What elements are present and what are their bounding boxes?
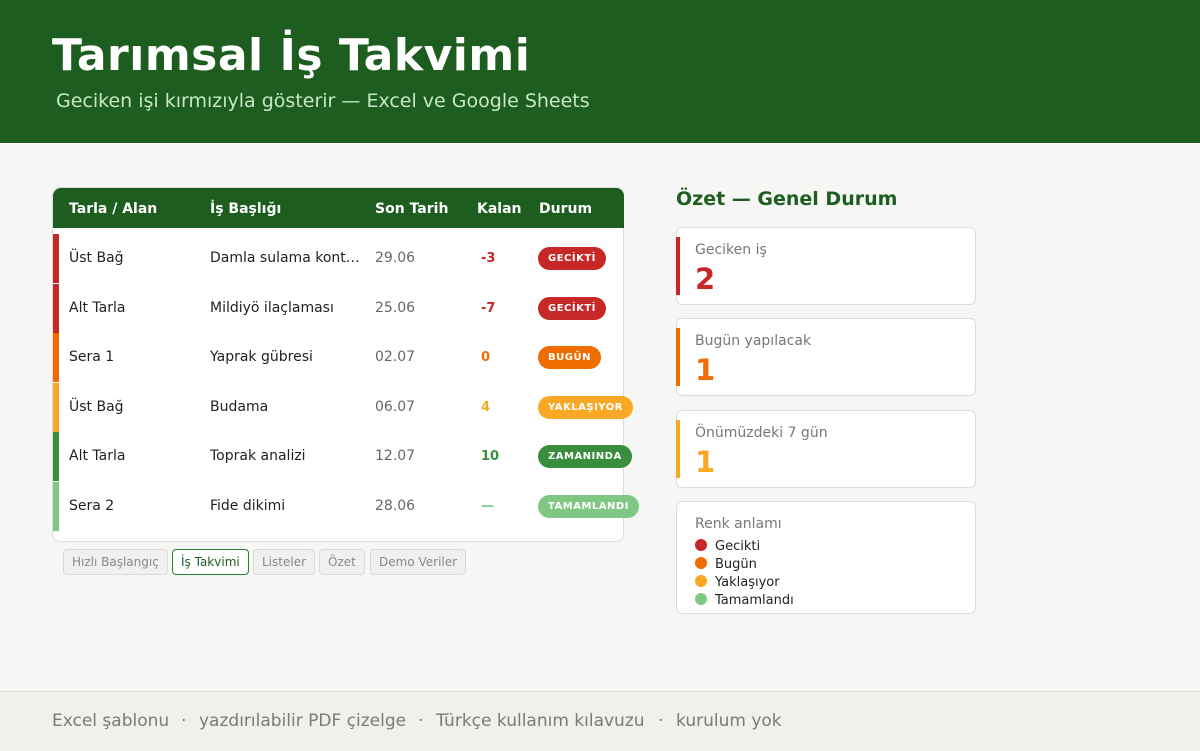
column-header-tarih[interactable]: Son Tarih [375,201,448,217]
summary-card-value: 1 [695,353,716,387]
cell-tarih: 28.06 [375,497,416,514]
page-title: Tarımsal İş Takvimi [52,30,531,81]
tab-listeler[interactable]: Listeler [253,549,316,575]
footer-item: Türkçe kullanım kılavuzu [436,711,645,731]
table-row[interactable]: Alt Tarla Mildiyö ilaçlaması 25.06 -7 GECİKT… [53,283,623,333]
summary-card: Bugün yapılacak 1 [676,318,976,396]
cell-kalan: -7 [481,300,496,316]
table-row[interactable]: Alt Tarla Toprak analizi 12.07 10 ZAMANINDA [53,432,632,481]
cell-alan: Üst Bağ [69,250,124,266]
cell-kalan: — [481,498,494,514]
summary-card-label: Geciken iş [695,242,767,258]
summary-card-label: Bugün yapılacak [695,333,812,349]
status-stripe [53,333,59,382]
status-stripe [53,382,59,432]
footer: Excel şablonu · yazdırılabilir PDF çizelge… [0,691,1200,751]
cell-tarih: 25.06 [375,299,416,316]
legend-item-label: Yaklaşıyor [715,575,780,590]
summary-card-accent [676,420,680,478]
table-row[interactable]: Üst Bağ Budama 06.07 4 YAKLAŞIYOR [53,382,633,432]
status-stripe [53,432,59,481]
column-header-kalan[interactable]: Kalan [477,201,522,217]
summary-title: Özet — Genel Durum [676,188,898,210]
cell-tarih: 12.07 [375,448,416,464]
footer-separator: · [658,711,664,731]
legend-dot-icon [695,593,707,605]
cell-is: Fide dikimi [210,497,286,514]
table-row[interactable]: Sera 1 Yaprak gübresi 02.07 0 BUGÜN [53,333,623,382]
summary-card: Geciken iş 2 [676,227,976,305]
cell-tarih: 02.07 [375,349,416,365]
column-header-durum[interactable]: Durum [539,201,592,217]
cell-alan: Alt Tarla [69,299,126,316]
footer-separator: · [418,711,424,731]
summary-card-value: 1 [695,445,716,479]
legend-item-label: Tamamlandı [715,593,794,608]
legend-item-label: Gecikti [715,539,761,554]
page-header: Tarımsal İş Takvimi Geciken işi kırmızıy… [0,0,1200,143]
table-header: Tarla / Alan İş Başlığı Son Tarih Kalan … [53,188,624,228]
status-stripe [53,481,59,531]
table-row[interactable]: Sera 2 Fide dikimi 28.06 — TAMAMLANDI [53,481,639,531]
cell-alan: Üst Bağ [69,398,124,415]
status-badge: GECİKTİ [538,247,606,270]
legend-dot-icon [695,557,707,569]
legend-dot-icon [695,539,707,551]
task-table: Tarla / Alan İş Başlığı Son Tarih Kalan … [52,187,639,542]
cell-kalan: 0 [481,350,491,365]
summary-card: Önümüzdeki 7 gün 1 [676,410,976,488]
cell-tarih: 29.06 [375,250,416,266]
cell-kalan: 10 [481,449,500,464]
summary-card-value: 2 [695,262,716,296]
tab-hızlı-başlangıç[interactable]: Hızlı Başlangıç [63,549,168,575]
legend-item: Tamamlandı [695,593,794,609]
legend-item: Yaklaşıyor [695,575,780,591]
footer-item: kurulum yok [676,711,782,731]
status-badge: GECİKTİ [538,296,606,320]
tab-i-ş-takvimi[interactable]: İş Takvimi [172,549,249,575]
legend-item: Bugün [695,557,757,573]
cell-is: Yaprak gübresi [210,349,313,365]
cell-is: Mildiyö ilaçlaması [210,299,334,316]
summary-card-label: Önümüzdeki 7 gün [695,425,828,441]
footer-item: Excel şablonu [52,711,170,731]
tab-özet[interactable]: Özet [319,549,365,575]
status-stripe [53,283,59,333]
cell-alan: Sera 2 [69,497,115,514]
status-badge: ZAMANINDA [538,445,632,468]
cell-alan: Sera 1 [69,349,115,365]
cell-is: Damla sulama kont… [210,250,360,266]
summary-card-accent [676,328,680,386]
cell-is: Budama [210,398,269,415]
status-badge: BUGÜN [538,346,601,369]
page-subtitle: Geciken işi kırmızıyla gösterir — Excel … [56,90,590,112]
footer-item: yazdırılabilir PDF çizelge [199,711,407,731]
cell-kalan: -3 [481,251,496,266]
status-badge: YAKLAŞIYOR [538,395,633,419]
legend-item-label: Bugün [715,557,757,572]
table-row[interactable]: Üst Bağ Damla sulama kont… 29.06 -3 GECİKTİ [53,234,623,283]
summary-card-accent [676,237,680,295]
color-legend: Renk anlamı Gecikti Bugün Yaklaşıyor Tamaml… [676,501,976,614]
status-stripe [53,234,59,283]
cell-tarih: 06.07 [375,398,416,415]
column-header-is[interactable]: İş Başlığı [210,201,281,217]
column-header-alan[interactable]: Tarla / Alan [69,201,157,217]
footer-separator: · [181,711,187,731]
status-badge: TAMAMLANDI [538,494,639,518]
tab-demo-veriler[interactable]: Demo Veriler [370,549,467,575]
cell-is: Toprak analizi [210,448,306,464]
legend-dot-icon [695,575,707,587]
cell-kalan: 4 [481,399,491,415]
cell-alan: Alt Tarla [69,448,126,464]
legend-item: Gecikti [695,539,760,555]
legend-label: Renk anlamı [695,516,782,532]
